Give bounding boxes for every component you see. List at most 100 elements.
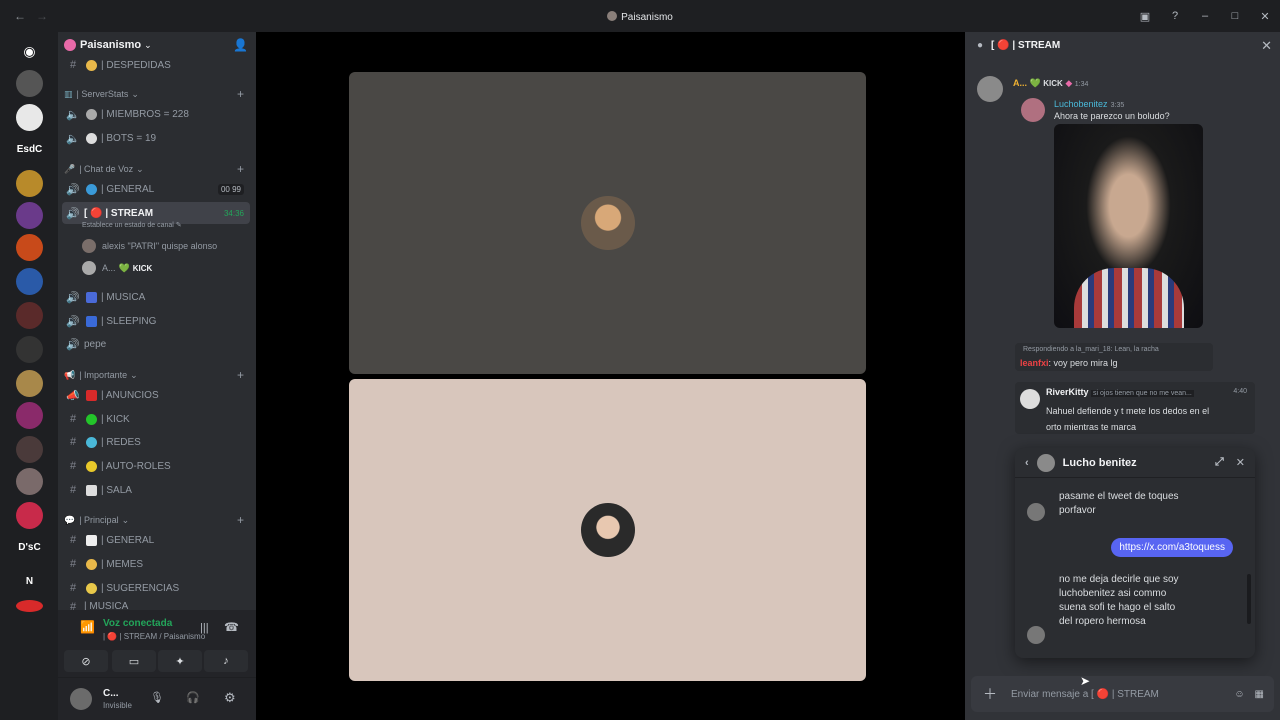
zzz-icon xyxy=(86,315,97,327)
channel-status-prompt[interactable]: Establece un estado de canal ✎ xyxy=(82,221,182,229)
voice-location[interactable]: | 🔴 | STREAM / Paisanismo xyxy=(103,632,205,641)
channel-miembros[interactable]: 🔈 | MIEMBROS = 228 xyxy=(62,103,250,125)
avatar[interactable] xyxy=(1020,389,1040,409)
server-icon[interactable] xyxy=(16,268,43,295)
channel-sidebar: Paisanismo ⌄ 👤 # | DESPEDIDAS ▥ | ServerSt… xyxy=(58,32,256,720)
stream-timer: 34:36 xyxy=(223,208,244,218)
plus-icon[interactable]: ＋ xyxy=(983,684,997,704)
server-icon[interactable] xyxy=(16,502,43,529)
message-input[interactable]: Enviar mensaje a [ 🔴 | STREAM xyxy=(1011,689,1159,700)
channel-auto-roles[interactable]: # | AUTO-ROLES xyxy=(62,455,250,477)
chat-bubble-icon: ● xyxy=(977,39,984,51)
discord-home-icon[interactable]: ◉ xyxy=(16,38,43,65)
server-icon[interactable] xyxy=(16,104,43,131)
headphones-icon[interactable]: 🎧 xyxy=(186,691,200,704)
message-composer[interactable]: ＋ Enviar mensaje a [ 🔴 | STREAM ☺ ▦ xyxy=(971,676,1274,712)
channel-memes[interactable]: # | MEMES xyxy=(62,553,250,575)
server-icon[interactable] xyxy=(16,600,43,612)
category-serverstats[interactable]: ▥ | ServerStats ⌄ + xyxy=(64,85,248,103)
server-icon-active[interactable] xyxy=(16,468,43,495)
help-icon[interactable]: ? xyxy=(1160,0,1190,32)
voice-connection-panel: 📶 Voz conectada | 🔴 | STREAM / Paisanism… xyxy=(58,610,256,678)
inbox-icon[interactable]: ▣ xyxy=(1130,0,1160,32)
camera-off-button[interactable]: ⊘ xyxy=(64,650,108,672)
server-icon[interactable] xyxy=(16,402,43,429)
dm-message: no me deja decirle que soy luchobenitez … xyxy=(1059,574,1179,627)
channel-despedidas[interactable]: # | DESPEDIDAS xyxy=(62,54,250,76)
voice-channel-general[interactable]: 🔊 | GENERAL 00 99 xyxy=(62,178,250,200)
server-icon[interactable] xyxy=(16,170,43,197)
megaphone-icon: 📢 xyxy=(64,369,76,380)
maximize-button[interactable]: □ xyxy=(1220,0,1250,32)
channel-sugerencias[interactable]: # | SUGERENCIAS xyxy=(62,577,250,599)
channel-redes[interactable]: # | REDES xyxy=(62,431,250,453)
close-icon[interactable]: ✕ xyxy=(1261,38,1272,54)
avatar[interactable] xyxy=(70,688,92,710)
server-n[interactable]: N xyxy=(16,568,43,595)
channel-anuncios[interactable]: 📣 | ANUNCIOS xyxy=(62,384,250,406)
participant-tile[interactable] xyxy=(349,72,866,374)
category-importante[interactable]: 📢 | Importante ⌄ + xyxy=(64,366,248,384)
disconnect-icon[interactable]: ☎ xyxy=(224,620,239,634)
avatar[interactable] xyxy=(1036,453,1055,472)
server-icon[interactable] xyxy=(16,202,43,229)
message: RiverKitty si ojos tienen que no me vean… xyxy=(1015,382,1255,434)
server-dsc[interactable]: D'sC xyxy=(16,534,43,561)
dm-link-bubble[interactable]: https://x.com/a3toquess xyxy=(1111,538,1233,557)
category-chat-de-voz[interactable]: 🎤 | Chat de Voz ⌄ + xyxy=(64,160,248,178)
add-user-icon[interactable]: 👤 xyxy=(233,38,248,52)
emoji-icon[interactable]: ☺ xyxy=(1234,689,1244,700)
add-channel-icon[interactable]: + xyxy=(237,87,244,101)
participant-tile[interactable] xyxy=(349,379,866,681)
author-name[interactable]: A... xyxy=(1013,78,1027,88)
voice-channel-musica[interactable]: 🔊 | MUSICA xyxy=(62,286,250,308)
add-channel-icon[interactable]: + xyxy=(237,368,244,382)
signal-icon[interactable]: 📶 xyxy=(80,620,95,634)
server-icon[interactable] xyxy=(16,234,43,261)
avatar[interactable] xyxy=(977,76,1003,102)
screen-share-button[interactable]: ▭ xyxy=(112,650,156,672)
speaker-icon: 🔊 xyxy=(66,183,80,196)
server-icon[interactable] xyxy=(16,436,43,463)
avatar[interactable] xyxy=(1027,503,1045,521)
back-arrow-icon[interactable]: ‹ xyxy=(1025,457,1029,469)
add-channel-icon[interactable]: + xyxy=(237,513,244,527)
channel-general[interactable]: # | GENERAL xyxy=(62,529,250,551)
globe-icon xyxy=(86,183,97,195)
server-icon[interactable] xyxy=(16,302,43,329)
voice-text-chat: ● [ 🔴 | STREAM ✕ A... 💚 KICK ◆ 1:34 Luch… xyxy=(965,32,1280,720)
speaker-icon: 🔊 xyxy=(66,291,80,304)
server-icon[interactable] xyxy=(16,370,43,397)
server-esdc[interactable]: EsdC xyxy=(16,136,43,163)
reply-message: Respondiendo a la_mari_18: Lean, la rach… xyxy=(1015,343,1213,371)
apps-icon[interactable]: ▦ xyxy=(1255,689,1264,700)
server-icon[interactable] xyxy=(16,70,43,97)
noise-suppression-icon[interactable]: ||| xyxy=(200,622,209,634)
voice-user[interactable]: alexis "PATRI" quispe alonso xyxy=(82,236,217,256)
server-icon[interactable] xyxy=(16,336,43,363)
activities-button[interactable]: ✦ xyxy=(158,650,202,672)
minimize-button[interactable]: – xyxy=(1190,0,1220,32)
avatar xyxy=(82,239,96,253)
gear-icon[interactable]: ⚙ xyxy=(224,690,236,706)
gem-icon: ◆ xyxy=(1065,78,1073,88)
video-embed[interactable] xyxy=(1054,124,1203,328)
chat-header: ● [ 🔴 | STREAM ✕ xyxy=(977,38,1272,54)
channel-kick[interactable]: # | KICK xyxy=(62,408,250,430)
dm-message: pasame el tweet de toques porfavor xyxy=(1059,491,1179,516)
voice-channel-sleeping[interactable]: 🔊 | SLEEPING xyxy=(62,310,250,332)
category-principal[interactable]: 💬 | Principal ⌄ + xyxy=(64,511,248,529)
add-channel-icon[interactable]: + xyxy=(237,162,244,176)
voice-channel-pepe[interactable]: 🔊 pepe xyxy=(62,333,250,355)
close-button[interactable]: ✕ xyxy=(1250,0,1280,32)
scrollbar[interactable] xyxy=(1247,574,1251,624)
mic-icon[interactable]: 🎙 xyxy=(150,691,164,704)
channel-sala[interactable]: # | SALA xyxy=(62,479,250,501)
voice-user[interactable]: A... 💚 KICK xyxy=(82,258,152,278)
avatar[interactable] xyxy=(1021,98,1045,122)
close-icon[interactable]: ✕ xyxy=(1236,456,1245,469)
soundboard-button[interactable]: ♪ xyxy=(204,650,248,672)
avatar[interactable] xyxy=(1027,626,1045,644)
expand-icon[interactable]: ⤢ xyxy=(1215,456,1224,469)
channel-bots[interactable]: 🔈 | BOTS = 19 xyxy=(62,127,250,149)
